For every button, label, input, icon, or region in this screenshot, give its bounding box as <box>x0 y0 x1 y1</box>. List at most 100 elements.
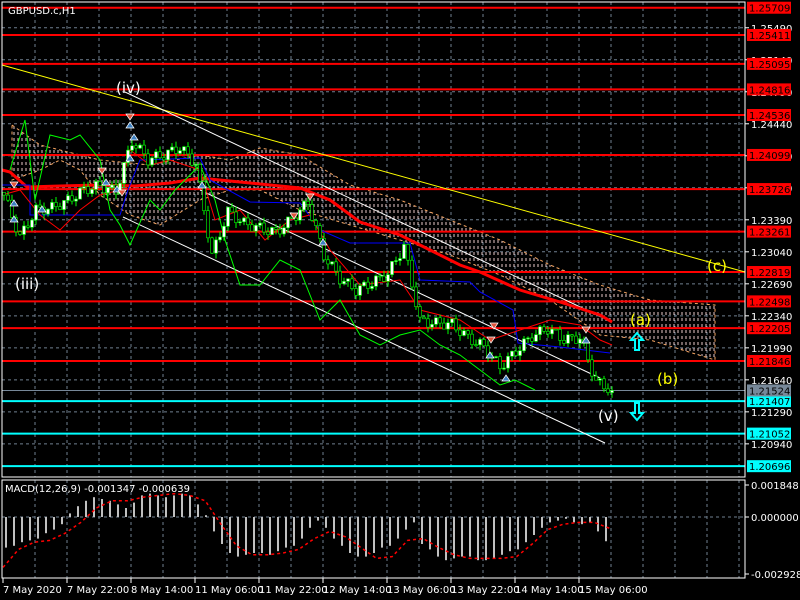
candle <box>414 281 418 310</box>
red-level-tag-label: 1.24536 <box>749 111 790 122</box>
bull-candle-body <box>446 322 450 330</box>
candle <box>202 176 206 215</box>
x-tick-label: 13 May 06:00 <box>387 585 456 596</box>
candle <box>2 192 6 201</box>
bull-candle-body <box>550 328 554 335</box>
bear-candle-body <box>366 281 370 289</box>
candle <box>406 243 410 266</box>
red-level-tag: 1.22498 <box>747 295 791 308</box>
bear-candle-body <box>174 146 178 154</box>
y-tick-label: 1.21290 <box>751 408 792 419</box>
bear-candle-body <box>306 200 310 205</box>
candle <box>138 143 142 150</box>
candle <box>58 202 62 211</box>
candle <box>562 334 566 347</box>
bear-candle-body <box>382 275 386 282</box>
wave-label: (a) <box>630 311 651 329</box>
bull-candle-body <box>130 145 134 151</box>
bear-candle-body <box>190 153 194 166</box>
candle <box>402 241 406 259</box>
bear-candle-body <box>606 388 610 393</box>
candle <box>550 324 554 339</box>
bull-candle-body <box>34 204 38 221</box>
candle <box>398 253 402 266</box>
candle <box>506 352 510 373</box>
cyan-level-tag-label: 1.21407 <box>749 397 790 408</box>
bear-candle-body <box>418 306 422 318</box>
red-level-tag-label: 1.25095 <box>749 60 790 71</box>
bull-candle-body <box>94 181 98 190</box>
red-level-tag-label: 1.25411 <box>749 31 790 42</box>
bear-candle-body <box>574 335 578 344</box>
bear-candle-body <box>438 317 442 324</box>
x-tick-label: 14 May 14:00 <box>515 585 584 596</box>
current-price-tag-label: 1.21524 <box>749 386 790 397</box>
bear-candle-body <box>406 244 410 261</box>
cyan-level-tag: 1.20696 <box>747 460 791 473</box>
horizontal-levels[interactable] <box>2 6 745 468</box>
bull-candle-body <box>110 184 114 188</box>
candle <box>190 148 194 167</box>
bull-candle-body <box>358 285 362 296</box>
candle <box>394 256 398 266</box>
candle <box>486 340 490 363</box>
bull-candle-body <box>390 261 394 275</box>
bear-candle-body <box>2 192 6 196</box>
main-chart-frame <box>1 1 746 478</box>
bull-candle-body <box>362 281 366 287</box>
bull-candle-body <box>242 217 246 223</box>
bear-candle-body <box>542 326 546 332</box>
trading-chart[interactable]: (iii)(iv)(v)(a)(b)(c) 1.254901.251401.24… <box>0 0 800 600</box>
candle <box>246 213 250 230</box>
macd-y-tick-label: 0.001848 <box>751 481 799 492</box>
bear-candle-body <box>86 186 90 195</box>
candle <box>22 221 26 240</box>
x-tick-label: 7 May 22:00 <box>67 585 129 596</box>
bear-candle-body <box>314 220 318 226</box>
wave-label: (v) <box>598 407 619 425</box>
channel-line[interactable] <box>122 216 606 444</box>
candle <box>494 355 498 359</box>
candle <box>570 334 574 342</box>
bull-candle-body <box>170 146 174 151</box>
bear-candle-body <box>554 328 558 331</box>
candle <box>510 350 514 361</box>
y-tick-label: 1.23390 <box>751 216 792 227</box>
candle <box>418 304 422 323</box>
trend-lines[interactable] <box>1 64 746 444</box>
red-level-tag-label: 1.25709 <box>749 4 790 15</box>
candle <box>226 206 230 232</box>
candle <box>318 222 322 243</box>
bull-candle-body <box>478 339 482 346</box>
bear-candle-body <box>58 206 62 210</box>
candle <box>158 146 162 160</box>
y-tick-label: 1.22340 <box>751 312 792 323</box>
red-level-tag-label: 1.22205 <box>749 324 790 335</box>
bear-candle-body <box>414 286 418 307</box>
y-tick-label: 1.20940 <box>751 440 792 451</box>
bull-candle-body <box>330 261 334 265</box>
candle <box>446 318 450 335</box>
bear-candle-body <box>54 202 58 207</box>
red-level-tag: 1.24536 <box>747 109 791 122</box>
x-tick-label: 7 May 2020 <box>3 585 62 596</box>
candle <box>358 283 362 301</box>
bear-candle-body <box>262 222 266 233</box>
candle <box>598 377 602 386</box>
fractal-down-arrow-icon <box>125 113 135 121</box>
candle <box>198 162 202 184</box>
bull-candle-body <box>194 164 198 166</box>
bear-candle-body <box>558 329 562 341</box>
bear-candle-body <box>274 227 278 230</box>
bear-candle-body <box>498 356 502 370</box>
bull-candle-body <box>598 378 602 381</box>
candle <box>270 226 274 235</box>
bear-candle-body <box>198 164 202 182</box>
candle <box>134 143 138 154</box>
red-level-tag: 1.23726 <box>747 183 791 196</box>
candle <box>434 316 438 328</box>
wave-label: (c) <box>707 257 727 275</box>
candle <box>514 346 518 358</box>
bull-candle-body <box>510 350 514 357</box>
bear-candle-body <box>246 217 250 226</box>
